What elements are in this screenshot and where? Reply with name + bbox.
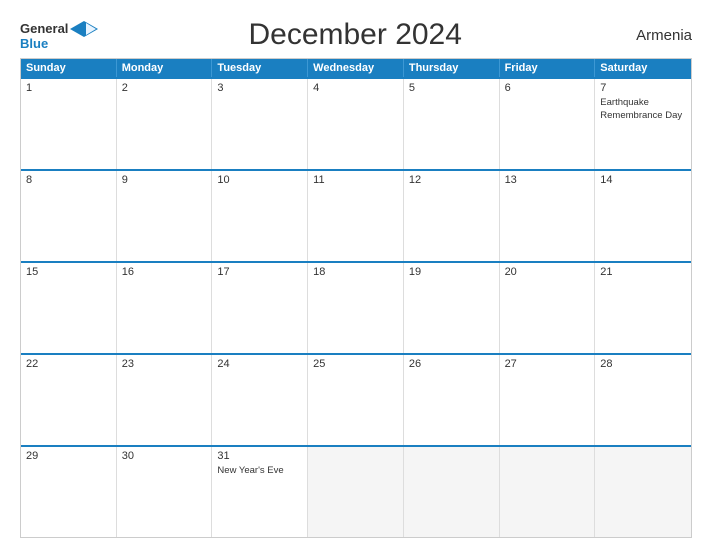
day-cell: 13 (500, 171, 596, 261)
day-number: 6 (505, 82, 590, 94)
event-label: New Year's Eve (217, 465, 283, 476)
day-number: 7 (600, 82, 686, 94)
day-number: 15 (26, 266, 111, 278)
day-cell: 22 (21, 355, 117, 445)
day-cell: 3 (212, 79, 308, 169)
day-number: 8 (26, 174, 111, 186)
day-header-wednesday: Wednesday (308, 59, 404, 77)
day-cell: 16 (117, 263, 213, 353)
day-cell: 28 (595, 355, 691, 445)
logo-blue-text: Blue (20, 37, 48, 50)
day-header-friday: Friday (500, 59, 596, 77)
day-number: 5 (409, 82, 494, 94)
day-cell: 19 (404, 263, 500, 353)
day-cell: 11 (308, 171, 404, 261)
day-number: 18 (313, 266, 398, 278)
day-cell: 24 (212, 355, 308, 445)
day-cell: 7 Earthquake Remembrance Day (595, 79, 691, 169)
logo-flag-icon (70, 21, 98, 37)
day-number: 4 (313, 82, 398, 94)
day-number: 24 (217, 358, 302, 370)
day-number: 9 (122, 174, 207, 186)
calendar: SundayMondayTuesdayWednesdayThursdayFrid… (20, 58, 692, 538)
calendar-title: December 2024 (98, 18, 612, 52)
day-header-thursday: Thursday (404, 59, 500, 77)
logo-general-text: General (20, 22, 68, 35)
page: General Blue December 2024 Armenia Sunda… (0, 0, 712, 550)
day-header-tuesday: Tuesday (212, 59, 308, 77)
day-cell: 18 (308, 263, 404, 353)
day-header-monday: Monday (117, 59, 213, 77)
day-cell: 12 (404, 171, 500, 261)
day-cell: 14 (595, 171, 691, 261)
day-number: 13 (505, 174, 590, 186)
header: General Blue December 2024 Armenia (20, 18, 692, 52)
day-number: 26 (409, 358, 494, 370)
day-number: 30 (122, 450, 207, 462)
week-row-5: 29 30 31 New Year's Eve (21, 445, 691, 537)
day-cell (404, 447, 500, 537)
day-number: 10 (217, 174, 302, 186)
day-cell: 17 (212, 263, 308, 353)
day-cell: 8 (21, 171, 117, 261)
day-headers-row: SundayMondayTuesdayWednesdayThursdayFrid… (21, 59, 691, 77)
day-number: 27 (505, 358, 590, 370)
day-cell: 20 (500, 263, 596, 353)
day-cell: 4 (308, 79, 404, 169)
week-row-2: 89 10 11 12 13 14 (21, 169, 691, 261)
day-number: 17 (217, 266, 302, 278)
day-cell: 25 (308, 355, 404, 445)
day-cell: 29 (21, 447, 117, 537)
day-cell: 2 (117, 79, 213, 169)
day-number: 11 (313, 174, 398, 186)
country-label: Armenia (612, 27, 692, 44)
day-cell: 30 (117, 447, 213, 537)
day-number: 12 (409, 174, 494, 186)
day-cell (500, 447, 596, 537)
day-cell: 31 New Year's Eve (212, 447, 308, 537)
day-cell: 1 (21, 79, 117, 169)
day-cell: 23 (117, 355, 213, 445)
day-number: 14 (600, 174, 686, 186)
weeks-container: 1234567Earthquake Remembrance Day8910111… (21, 77, 691, 537)
day-cell: 5 (404, 79, 500, 169)
day-number: 22 (26, 358, 111, 370)
day-number: 1 (26, 82, 111, 94)
day-cell: 10 (212, 171, 308, 261)
day-number: 25 (313, 358, 398, 370)
day-number: 16 (122, 266, 207, 278)
day-cell (595, 447, 691, 537)
day-number: 28 (600, 358, 686, 370)
day-cell: 21 (595, 263, 691, 353)
day-cell: 6 (500, 79, 596, 169)
day-number: 21 (600, 266, 686, 278)
day-number: 29 (26, 450, 111, 462)
day-cell: 26 (404, 355, 500, 445)
day-number: 3 (217, 82, 302, 94)
day-header-sunday: Sunday (21, 59, 117, 77)
week-row-4: 22 23 24 25 26 27 28 (21, 353, 691, 445)
day-number: 31 (217, 450, 302, 462)
day-number: 19 (409, 266, 494, 278)
week-row-1: 1234567 Earthquake Remembrance Day (21, 77, 691, 169)
event-label: Earthquake Remembrance Day (600, 97, 682, 121)
logo: General Blue (20, 21, 98, 50)
day-number: 2 (122, 82, 207, 94)
day-number: 23 (122, 358, 207, 370)
day-cell: 27 (500, 355, 596, 445)
day-cell: 9 (117, 171, 213, 261)
day-cell (308, 447, 404, 537)
week-row-3: 15 16 17 18 19 20 21 (21, 261, 691, 353)
day-number: 20 (505, 266, 590, 278)
day-cell: 15 (21, 263, 117, 353)
day-header-saturday: Saturday (595, 59, 691, 77)
